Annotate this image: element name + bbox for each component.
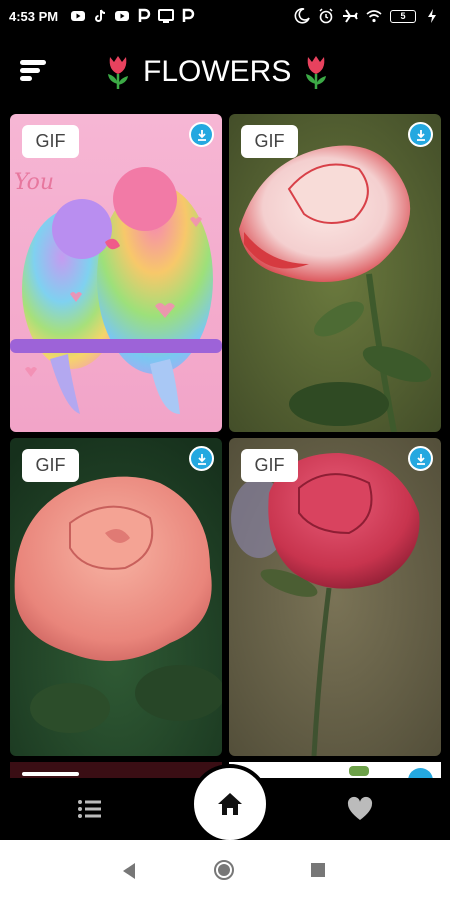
menu-button[interactable]: [18, 54, 50, 86]
tiktok-icon: [92, 8, 108, 24]
app-header: FLOWERS: [0, 40, 450, 104]
gif-badge: GIF: [241, 125, 298, 158]
nav-list-button[interactable]: [77, 798, 103, 820]
bottom-navigation: [0, 764, 450, 844]
gif-badge-partial: [22, 772, 79, 776]
gif-badge: GIF: [22, 449, 79, 482]
alarm-icon: [318, 8, 334, 24]
download-button[interactable]: [189, 446, 214, 471]
gif-card[interactable]: GIF: [229, 114, 441, 432]
home-icon: [218, 793, 242, 815]
system-home-button[interactable]: [214, 860, 234, 880]
status-bar: 4:53 PM 5: [0, 0, 450, 34]
download-icon: [197, 453, 206, 465]
download-icon: [416, 453, 425, 465]
gif-card[interactable]: GIF: [10, 438, 222, 756]
system-status-icons: 5: [294, 8, 440, 24]
nav-home-button[interactable]: [190, 764, 270, 844]
recents-icon[interactable]: [311, 863, 325, 877]
leaf-partial: [349, 766, 369, 776]
battery-icon: 5: [390, 9, 416, 23]
youtube-icon: [114, 8, 130, 24]
gif-badge: GIF: [241, 449, 298, 482]
paytm-icon: [180, 8, 196, 24]
download-button[interactable]: [408, 122, 433, 147]
moon-icon: [294, 8, 310, 24]
heart-icon: [347, 796, 373, 820]
gif-badge: GIF: [22, 125, 79, 158]
gif-card[interactable]: You GIF: [10, 114, 222, 432]
tulip-icon: [108, 56, 128, 89]
tv-icon: [158, 8, 174, 24]
charging-icon: [424, 8, 440, 24]
tulip-icon: [306, 56, 327, 89]
title-text: FLOWERS: [143, 55, 292, 88]
airplane-icon: [342, 8, 358, 24]
peach-rose-image: [10, 438, 222, 756]
download-icon: [416, 129, 425, 141]
red-rose-image: [229, 438, 441, 756]
lovebirds-image: You: [10, 114, 222, 432]
youtube-icon: [70, 8, 86, 24]
notification-icons: [70, 8, 196, 24]
system-navigation-bar: [0, 840, 450, 900]
wifi-icon: [366, 8, 382, 24]
back-icon[interactable]: [121, 862, 137, 880]
download-icon: [197, 129, 206, 141]
page-title: FLOWERS: [105, 52, 329, 92]
menu-icon: [20, 60, 46, 81]
gif-card[interactable]: GIF: [229, 438, 441, 756]
status-time: 4:53 PM: [9, 9, 59, 24]
download-button[interactable]: [189, 122, 214, 147]
list-icon: [78, 800, 101, 818]
nav-favorites-button[interactable]: [346, 796, 374, 822]
download-button[interactable]: [408, 446, 433, 471]
paytm-icon: [136, 8, 152, 24]
svg-text:You: You: [14, 170, 54, 195]
white-rose-image: [229, 114, 441, 432]
battery-level: 5: [400, 11, 406, 21]
home-circle-icon: [218, 864, 230, 876]
